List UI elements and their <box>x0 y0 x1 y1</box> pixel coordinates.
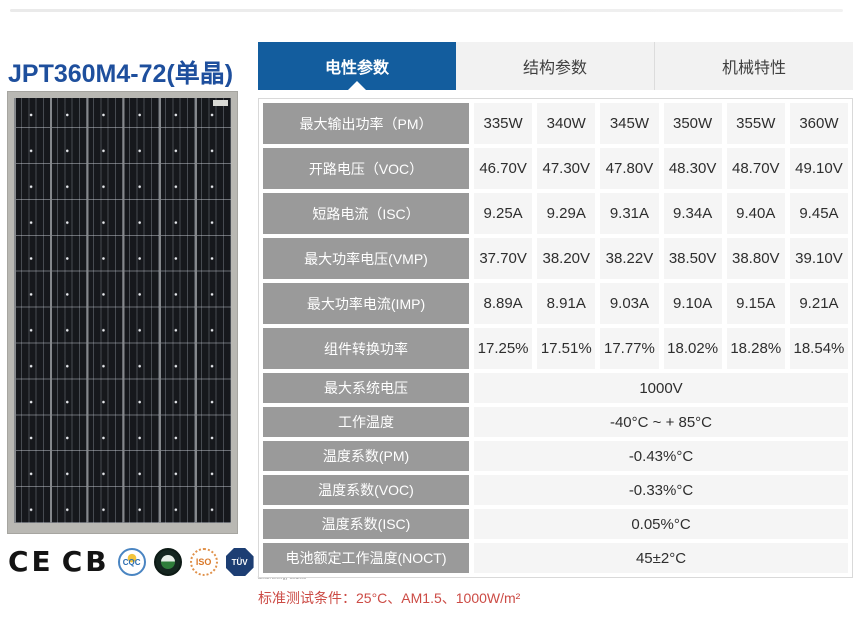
spec-value: 17.25% <box>474 328 532 369</box>
spec-value-span: 1000V <box>474 373 848 403</box>
ce-mark-icon: CE <box>8 548 54 576</box>
spec-value: 9.10A <box>664 283 722 324</box>
spec-row: 最大系统电压1000V <box>263 373 848 403</box>
spec-row-label: 最大输出功率（PM） <box>263 103 469 144</box>
spec-value: 8.91A <box>537 283 595 324</box>
spec-value: 18.02% <box>664 328 722 369</box>
spec-table: 最大输出功率（PM）335W340W345W350W355W360W开路电压（V… <box>258 98 853 578</box>
spec-row: 温度系数(PM)-0.43%°C <box>263 441 848 471</box>
spec-value-span: -0.33%°C <box>474 475 848 505</box>
golden-sun-badge-icon <box>154 548 182 576</box>
spec-value: 340W <box>537 103 595 144</box>
spec-value: 18.54% <box>790 328 848 369</box>
spec-row: 工作温度-40°C ~ + 85°C <box>263 407 848 437</box>
spec-row-label: 温度系数(PM) <box>263 441 469 471</box>
iso-badge-icon: ISO <box>190 548 218 576</box>
top-divider <box>10 9 843 12</box>
spec-value-span: -0.43%°C <box>474 441 848 471</box>
spec-value: 47.30V <box>537 148 595 189</box>
tab-mechanical-props[interactable]: 机械特性 <box>654 42 853 90</box>
spec-value: 49.10V <box>790 148 848 189</box>
spec-tabs: 电性参数 结构参数 机械特性 <box>258 42 853 90</box>
spec-value: 350W <box>664 103 722 144</box>
golden-sun-emblem <box>161 555 175 569</box>
spec-value: 48.70V <box>727 148 785 189</box>
spec-value: 17.51% <box>537 328 595 369</box>
tab-electrical-params[interactable]: 电性参数 <box>258 42 456 90</box>
spec-row-label: 最大功率电流(IMP) <box>263 283 469 324</box>
certification-marks: CE CB CQC ISO TÜV Clean Energy Council <box>8 544 292 580</box>
spec-value: 38.20V <box>537 238 595 279</box>
spec-value: 48.30V <box>664 148 722 189</box>
tab-structural-params[interactable]: 结构参数 <box>456 42 654 90</box>
spec-value-span: 0.05%°C <box>474 509 848 539</box>
spec-value: 360W <box>790 103 848 144</box>
spec-value-span: 45±2°C <box>474 543 848 573</box>
spec-row-label: 组件转换功率 <box>263 328 469 369</box>
product-image <box>8 92 237 533</box>
spec-row: 最大功率电流(IMP)8.89A8.91A9.03A9.10A9.15A9.21… <box>263 283 848 324</box>
spec-value: 9.03A <box>600 283 658 324</box>
spec-row: 温度系数(ISC)0.05%°C <box>263 509 848 539</box>
spec-value: 38.80V <box>727 238 785 279</box>
spec-value-span: -40°C ~ + 85°C <box>474 407 848 437</box>
spec-row-label: 温度系数(VOC) <box>263 475 469 505</box>
spec-value: 335W <box>474 103 532 144</box>
spec-row-label: 开路电压（VOC） <box>263 148 469 189</box>
spec-value: 17.77% <box>600 328 658 369</box>
tuv-badge-icon: TÜV <box>226 548 254 576</box>
spec-row-label: 最大功率电压(VMP) <box>263 238 469 279</box>
spec-value: 39.10V <box>790 238 848 279</box>
test-conditions-note: 标准测试条件：25°C、AM1.5、1000W/m² <box>258 588 520 608</box>
cb-mark-icon: CB <box>62 548 110 576</box>
solar-panel-cells <box>14 98 231 523</box>
spec-row-label: 短路电流（ISC） <box>263 193 469 234</box>
spec-value: 47.80V <box>600 148 658 189</box>
product-spec-page: JPT360M4-72(单晶) CE CB CQC ISO TÜV Clean … <box>0 0 853 619</box>
spec-value: 9.15A <box>727 283 785 324</box>
spec-row-label: 工作温度 <box>263 407 469 437</box>
spec-row: 短路电流（ISC）9.25A9.29A9.31A9.34A9.40A9.45A <box>263 193 848 234</box>
spec-row: 电池额定工作温度(NOCT)45±2°C <box>263 543 848 573</box>
spec-value: 46.70V <box>474 148 532 189</box>
spec-value: 8.89A <box>474 283 532 324</box>
spec-row: 温度系数(VOC)-0.33%°C <box>263 475 848 505</box>
spec-value: 9.40A <box>727 193 785 234</box>
cqc-badge-icon: CQC <box>118 548 146 576</box>
spec-value: 9.31A <box>600 193 658 234</box>
spec-value: 38.22V <box>600 238 658 279</box>
spec-row: 组件转换功率17.25%17.51%17.77%18.02%18.28%18.5… <box>263 328 848 369</box>
page-title: JPT360M4-72(单晶) <box>8 54 233 90</box>
spec-value: 38.50V <box>664 238 722 279</box>
spec-row: 开路电压（VOC）46.70V47.30V47.80V48.30V48.70V4… <box>263 148 848 189</box>
spec-value: 9.25A <box>474 193 532 234</box>
spec-value: 9.29A <box>537 193 595 234</box>
spec-value: 37.70V <box>474 238 532 279</box>
spec-row-label: 最大系统电压 <box>263 373 469 403</box>
spec-row-label: 电池额定工作温度(NOCT) <box>263 543 469 573</box>
panel-label-sticker <box>213 100 228 106</box>
spec-row: 最大功率电压(VMP)37.70V38.20V38.22V38.50V38.80… <box>263 238 848 279</box>
spec-row-label: 温度系数(ISC) <box>263 509 469 539</box>
spec-value: 9.45A <box>790 193 848 234</box>
spec-value: 9.34A <box>664 193 722 234</box>
spec-value: 355W <box>727 103 785 144</box>
spec-value: 345W <box>600 103 658 144</box>
spec-value: 9.21A <box>790 283 848 324</box>
spec-row: 最大输出功率（PM）335W340W345W350W355W360W <box>263 103 848 144</box>
spec-value: 18.28% <box>727 328 785 369</box>
